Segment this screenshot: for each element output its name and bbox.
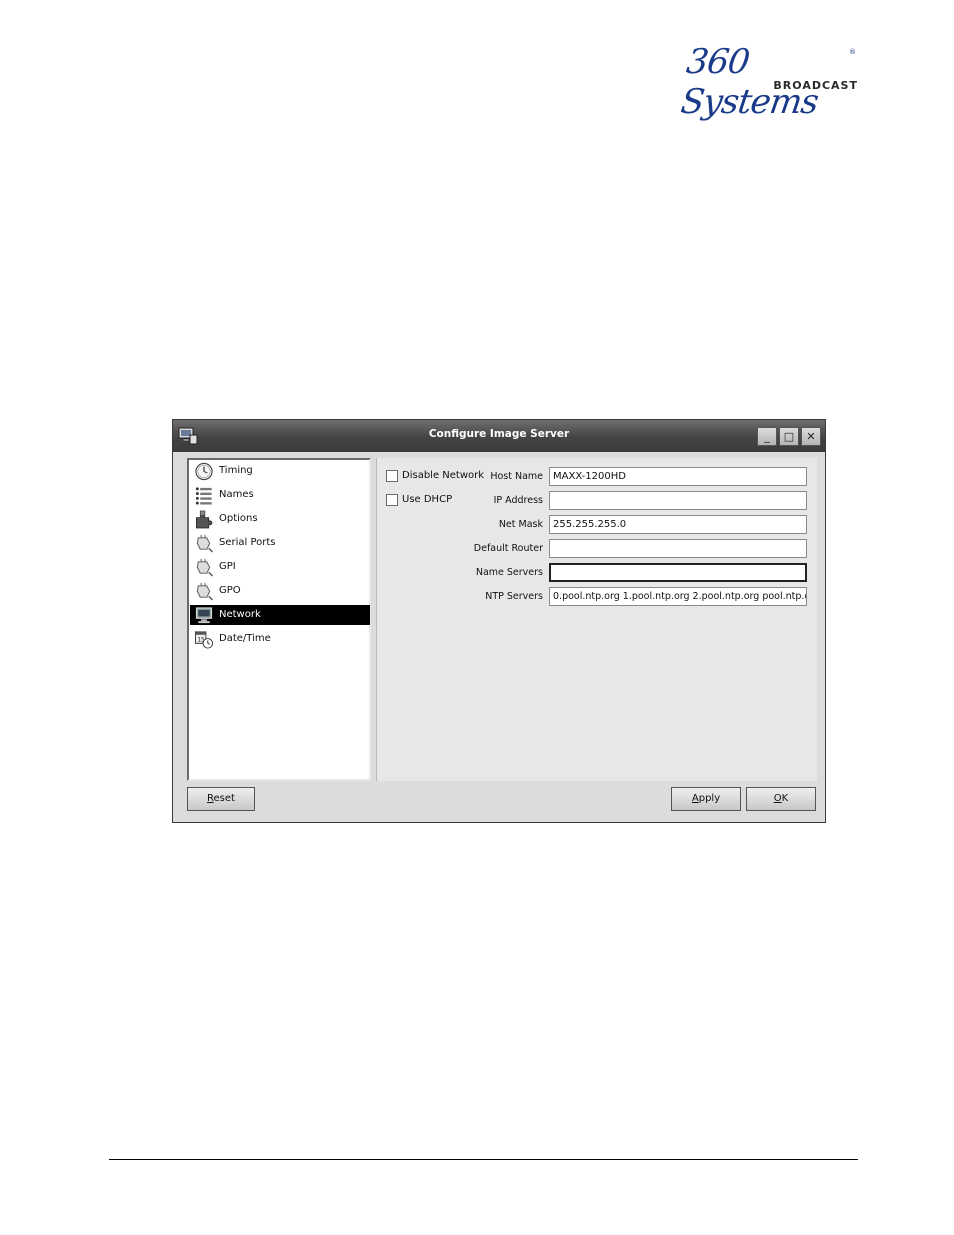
window-title: Configure Image Server: [428, 428, 570, 440]
category-list: Timing Names Options Serial Ports GPI GP…: [187, 458, 371, 781]
list-icon: [195, 487, 212, 505]
calendar-clock-icon: 15: [194, 631, 214, 649]
sidebar-item-options[interactable]: Options: [190, 509, 370, 529]
ip-address-field[interactable]: [549, 491, 807, 510]
plug-icon: [196, 558, 214, 577]
monitor-icon: [195, 607, 213, 624]
name-servers-label: Name Servers: [475, 567, 543, 578]
sidebar-item-label: Network: [219, 609, 261, 620]
footer-divider: [109, 1159, 858, 1160]
apply-label: pply: [698, 793, 721, 804]
reset-label: eset: [213, 793, 235, 804]
host-name-field[interactable]: MAXX-1200HD: [549, 467, 807, 486]
default-router-field[interactable]: [549, 539, 807, 558]
ok-mnemonic: O: [773, 793, 782, 804]
name-servers-field[interactable]: [549, 563, 807, 582]
apply-mnemonic: A: [691, 793, 699, 804]
apply-button[interactable]: Apply: [671, 787, 741, 811]
sidebar-item-label: Timing: [219, 465, 253, 476]
logo-trademark: ®: [849, 48, 856, 56]
ok-button[interactable]: OK: [746, 787, 816, 811]
maximize-button[interactable]: □: [779, 427, 799, 446]
use-dhcp-checkbox[interactable]: [386, 494, 398, 506]
sidebar-item-names[interactable]: Names: [190, 485, 370, 505]
disable-network-checkbox[interactable]: [386, 470, 398, 482]
sidebar-item-label: GPI: [219, 561, 236, 572]
sidebar-item-label: GPO: [219, 585, 241, 596]
sidebar-item-timing[interactable]: Timing: [190, 461, 370, 481]
ntp-servers-label: NTP Servers: [485, 591, 543, 602]
net-mask-field[interactable]: 255.255.255.0: [549, 515, 807, 534]
plug-icon: [196, 534, 214, 553]
default-router-label: Default Router: [473, 543, 543, 554]
reset-button[interactable]: Reset: [187, 787, 255, 811]
ip-address-label: IP Address: [493, 495, 543, 506]
plug-icon: [196, 582, 214, 601]
minimize-button[interactable]: _: [757, 427, 777, 446]
ok-label: K: [781, 793, 789, 804]
sidebar-item-label: Date/Time: [219, 633, 271, 644]
sidebar-item-gpo[interactable]: GPO: [190, 581, 370, 601]
sidebar-item-serial-ports[interactable]: Serial Ports: [190, 533, 370, 553]
network-settings-panel: Disable Network Use DHCP Host Name MAXX-…: [376, 458, 817, 781]
sidebar-item-label: Names: [219, 489, 254, 500]
sidebar-item-label: Options: [219, 513, 258, 524]
clock-icon: [195, 462, 213, 481]
sidebar-item-date-time[interactable]: 15 Date/Time: [190, 629, 370, 649]
configure-window: Configure Image Server _ □ ✕ Timing Name…: [172, 419, 826, 823]
logo-subtitle: BROADCAST: [773, 79, 858, 92]
puzzle-icon: [196, 510, 213, 529]
sidebar-item-gpi[interactable]: GPI: [190, 557, 370, 577]
window-titlebar[interactable]: Configure Image Server _ □ ✕: [173, 420, 825, 452]
sidebar-item-network[interactable]: Network: [190, 605, 370, 625]
host-name-label: Host Name: [490, 471, 543, 482]
close-button[interactable]: ✕: [801, 427, 821, 446]
net-mask-label: Net Mask: [498, 519, 543, 530]
ntp-servers-field[interactable]: 0.pool.ntp.org 1.pool.ntp.org 2.pool.ntp…: [549, 587, 807, 606]
company-logo: 360 Systems ® BROADCAST: [678, 42, 860, 122]
sidebar-item-label: Serial Ports: [219, 537, 276, 548]
